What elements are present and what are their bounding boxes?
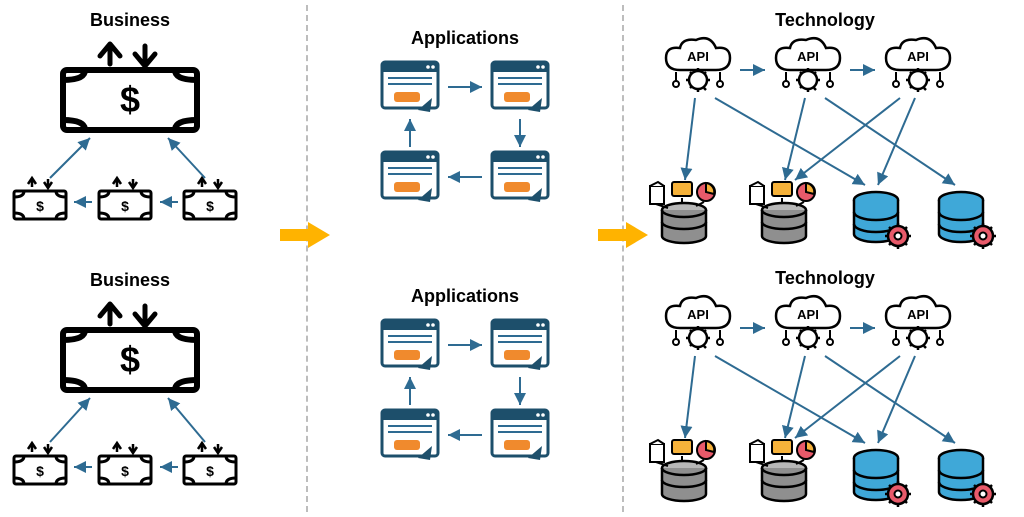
divider-2 [622, 5, 624, 512]
connector-arrows [0, 0, 306, 260]
app-cycle-arrows [370, 55, 570, 215]
connector-arrows [0, 260, 306, 517]
title-applications-top: Applications [400, 28, 530, 49]
tech-arrows [640, 30, 1020, 200]
title-applications-bottom: Applications [400, 286, 530, 307]
title-technology-top: Technology [760, 10, 890, 31]
divider-1 [306, 5, 308, 512]
tech-arrows [640, 288, 1020, 458]
title-technology-bottom: Technology [760, 268, 890, 289]
app-cycle-arrows [370, 313, 570, 473]
flow-arrow-2 [598, 220, 648, 250]
